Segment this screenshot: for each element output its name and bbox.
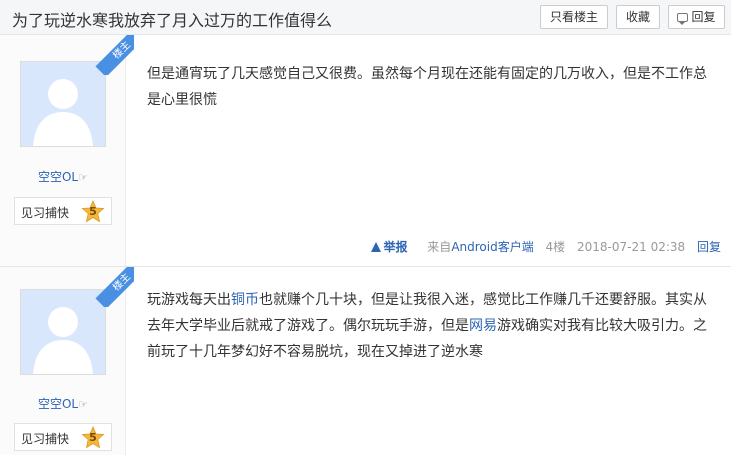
reply-icon — [677, 13, 689, 25]
op-badge-text: 楼主 — [95, 35, 134, 75]
report-link[interactable]: 举报 — [371, 240, 407, 254]
post-footer: 举报 来自Android客户端 4楼 2018-07-21 02:38 回复 — [363, 238, 721, 256]
client-source: 来自Android客户端 — [419, 240, 533, 254]
post-content: 玩游戏每天出铜币也就赚个几十块，但是让我很入迷，感觉比工作赚几千还要舒服。其实从… — [147, 287, 713, 365]
keyword-link[interactable]: 网易 — [469, 318, 497, 334]
reply-button-label: 回复 — [691, 10, 716, 24]
post: 空空OL☞ 见习捕快 5 楼主 玩游戏每天出铜币也就赚个几十块，但是让我很入迷，… — [0, 267, 731, 455]
post-reply-link[interactable]: 回复 — [697, 240, 721, 254]
reply-button[interactable]: 回复 — [668, 5, 725, 29]
user-level-badge[interactable]: 见习捕快 5 — [14, 423, 112, 451]
post-time: 2018-07-21 02:38 — [577, 240, 686, 254]
user-level-badge[interactable]: 见习捕快 5 — [14, 197, 112, 225]
op-badge: 楼主 — [94, 267, 134, 307]
floor-number: 4楼 — [545, 240, 566, 254]
hand-icon: ☞ — [78, 171, 88, 184]
warning-icon — [371, 242, 382, 252]
thread-header: 为了玩逆水寒我放弃了月入过万的工作值得么 只看楼主 收藏 回复 — [0, 0, 731, 35]
post-text: 也就赚个几十块，但是让我很入迷，感觉比工作赚几千还要舒服。其实从 — [259, 292, 707, 308]
favorite-button[interactable]: 收藏 — [616, 5, 660, 29]
from-prefix: 来自 — [427, 240, 452, 254]
post-text: 玩游戏每天出 — [147, 292, 231, 308]
author-name-text: 空空OL — [37, 397, 79, 411]
author-name[interactable]: 空空OL☞ — [0, 395, 126, 412]
op-badge: 楼主 — [94, 35, 134, 75]
author-name[interactable]: 空空OL☞ — [0, 168, 126, 185]
default-avatar-icon — [21, 290, 105, 374]
level-name: 见习捕快 — [21, 432, 70, 446]
thread-title: 为了玩逆水寒我放弃了月入过万的工作值得么 — [12, 11, 333, 30]
post-line: 玩游戏每天出铜币也就赚个几十块，但是让我很入迷，感觉比工作赚几千还要舒服。其实从 — [147, 287, 713, 313]
default-avatar-icon — [21, 62, 105, 146]
keyword-link[interactable]: 铜币 — [231, 292, 259, 308]
level-number: 5 — [89, 431, 97, 444]
post-text: 去年大学毕业后就戒了游戏了。偶尔玩玩手游，但是 — [147, 318, 469, 334]
post: 空空OL☞ 见习捕快 5 楼主 但是通宵玩了几天感觉自己又很费。虽然每个月现在还… — [0, 35, 731, 267]
level-star-icon: 5 — [81, 425, 105, 450]
post-line: 去年大学毕业后就戒了游戏了。偶尔玩玩手游，但是网易游戏确实对我有比较大吸引力。之 — [147, 313, 713, 339]
level-number: 5 — [89, 205, 97, 218]
hand-icon: ☞ — [78, 398, 88, 411]
post-text: 游戏确实对我有比较大吸引力。之 — [497, 318, 707, 334]
level-star-icon: 5 — [81, 199, 105, 224]
level-name: 见习捕快 — [21, 206, 70, 220]
post-line: 是心里很慌 — [147, 92, 217, 108]
client-link[interactable]: Android客户端 — [451, 240, 533, 254]
post-content: 但是通宵玩了几天感觉自己又很费。虽然每个月现在还能有固定的几万收入，但是不工作总… — [147, 61, 713, 113]
post-line: 但是通宵玩了几天感觉自己又很费。虽然每个月现在还能有固定的几万收入，但是不工作总 — [147, 66, 707, 82]
author-name-text: 空空OL — [37, 170, 79, 184]
only-op-button[interactable]: 只看楼主 — [540, 5, 608, 29]
post-line: 前玩了十几年梦幻好不容易脱坑，现在又掉进了逆水寒 — [147, 344, 483, 360]
report-label: 举报 — [383, 240, 408, 254]
op-badge-text: 楼主 — [95, 267, 134, 307]
